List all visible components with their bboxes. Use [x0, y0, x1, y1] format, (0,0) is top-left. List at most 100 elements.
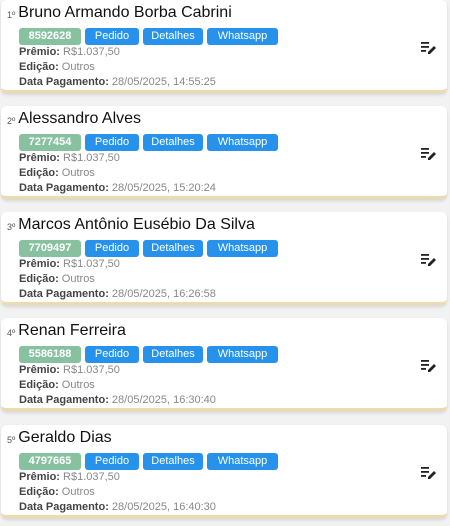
premio-value: R$1.037,50: [63, 364, 120, 376]
pedido-button[interactable]: Pedido: [85, 346, 139, 363]
winner-card: 3º Marcos Antônio Eusébio Da Silva 77094…: [1, 212, 447, 305]
ticket-code-badge: 7277454: [19, 134, 81, 151]
edicao-line: Edição: Outros: [19, 60, 278, 75]
premio-label: Prêmio:: [19, 364, 60, 376]
premio-value: R$1.037,50: [63, 46, 120, 58]
premio-line: Prêmio: R$1.037,50: [19, 45, 278, 60]
edicao-line: Edição: Outros: [19, 272, 278, 287]
winner-card: 1º Bruno Armando Borba Cabrini 8592628 P…: [1, 0, 447, 93]
winner-card: 4º Renan Ferreira 5586188 Pedido Detalhe…: [1, 318, 447, 411]
winner-name: Marcos Antônio Eusébio Da Silva: [18, 216, 255, 233]
rank-label: 4º: [7, 328, 16, 338]
data-pagamento-line: Data Pagamento: 28/05/2025, 16:30:40: [19, 393, 278, 408]
winner-title-row: 1º Bruno Armando Borba Cabrini: [7, 4, 278, 26]
playlist-edit-icon[interactable]: [421, 359, 437, 373]
premio-line: Prêmio: R$1.037,50: [19, 151, 278, 166]
data-pagamento-line: Data Pagamento: 28/05/2025, 14:55:25: [19, 75, 278, 90]
edicao-line: Edição: Outros: [19, 166, 278, 181]
winner-title-row: 5º Geraldo Dias: [7, 429, 278, 451]
premio-value: R$1.037,50: [63, 258, 120, 270]
playlist-edit-icon[interactable]: [421, 41, 437, 55]
premio-label: Prêmio:: [19, 258, 60, 270]
action-row: 5586188 Pedido Detalhes Whatsapp: [19, 346, 278, 363]
winner-card-content: 5º Geraldo Dias 4797665 Pedido Detalhes …: [7, 429, 278, 515]
detalhes-button[interactable]: Detalhes: [143, 28, 203, 45]
edicao-label: Edição:: [19, 379, 59, 391]
winner-card-content: 4º Renan Ferreira 5586188 Pedido Detalhe…: [7, 322, 278, 408]
data-pagamento-line: Data Pagamento: 28/05/2025, 16:40:30: [19, 500, 278, 515]
data-pagamento-value: 28/05/2025, 15:20:24: [111, 182, 216, 194]
premio-value: R$1.037,50: [63, 152, 120, 164]
premio-line: Prêmio: R$1.037,50: [19, 470, 278, 485]
data-pagamento-value: 28/05/2025, 16:26:58: [111, 288, 216, 300]
data-pagamento-line: Data Pagamento: 28/05/2025, 15:20:24: [19, 181, 278, 196]
data-pagamento-label: Data Pagamento:: [19, 501, 109, 513]
ticket-code-badge: 4797665: [19, 453, 81, 470]
data-pagamento-value: 28/05/2025, 16:30:40: [111, 394, 216, 406]
data-pagamento-line: Data Pagamento: 28/05/2025, 16:26:58: [19, 287, 278, 302]
ticket-code-badge: 7709497: [19, 240, 81, 257]
premio-value: R$1.037,50: [63, 471, 120, 483]
pedido-button[interactable]: Pedido: [85, 28, 139, 45]
data-pagamento-value: 28/05/2025, 14:55:25: [111, 76, 216, 88]
winner-name: Bruno Armando Borba Cabrini: [18, 4, 232, 21]
winner-title-row: 3º Marcos Antônio Eusébio Da Silva: [7, 216, 278, 238]
winner-title-row: 2º Alessandro Alves: [7, 110, 278, 132]
detalhes-button[interactable]: Detalhes: [143, 134, 203, 151]
premio-label: Prêmio:: [19, 152, 60, 164]
pedido-button[interactable]: Pedido: [85, 453, 139, 470]
edicao-value: Outros: [61, 486, 95, 498]
pedido-button[interactable]: Pedido: [85, 134, 139, 151]
whatsapp-button[interactable]: Whatsapp: [207, 28, 278, 45]
edicao-value: Outros: [61, 61, 95, 73]
winner-card-content: 3º Marcos Antônio Eusébio Da Silva 77094…: [7, 216, 278, 302]
edicao-line: Edição: Outros: [19, 485, 278, 500]
premio-label: Prêmio:: [19, 46, 60, 58]
action-row: 7277454 Pedido Detalhes Whatsapp: [19, 134, 278, 151]
edicao-value: Outros: [61, 379, 95, 391]
data-pagamento-label: Data Pagamento:: [19, 182, 109, 194]
winner-name: Geraldo Dias: [18, 429, 112, 446]
ticket-code-badge: 8592628: [19, 28, 81, 45]
whatsapp-button[interactable]: Whatsapp: [207, 453, 278, 470]
rank-label: 5º: [7, 435, 16, 445]
winner-card: 2º Alessandro Alves 7277454 Pedido Detal…: [1, 106, 447, 199]
winner-name: Alessandro Alves: [18, 110, 142, 127]
winner-card-content: 2º Alessandro Alves 7277454 Pedido Detal…: [7, 110, 278, 196]
edicao-value: Outros: [61, 167, 95, 179]
premio-label: Prêmio:: [19, 471, 60, 483]
winner-name: Renan Ferreira: [18, 322, 126, 339]
edicao-label: Edição:: [19, 61, 59, 73]
whatsapp-button[interactable]: Whatsapp: [207, 346, 278, 363]
pedido-button[interactable]: Pedido: [85, 240, 139, 257]
detalhes-button[interactable]: Detalhes: [143, 346, 203, 363]
detalhes-button[interactable]: Detalhes: [143, 240, 203, 257]
playlist-edit-icon[interactable]: [421, 253, 437, 267]
winner-card: 5º Geraldo Dias 4797665 Pedido Detalhes …: [1, 425, 447, 518]
playlist-edit-icon[interactable]: [421, 147, 437, 161]
premio-line: Prêmio: R$1.037,50: [19, 257, 278, 272]
data-pagamento-value: 28/05/2025, 16:40:30: [111, 501, 216, 513]
data-pagamento-label: Data Pagamento:: [19, 394, 109, 406]
edicao-label: Edição:: [19, 273, 59, 285]
playlist-edit-icon[interactable]: [421, 466, 437, 480]
action-row: 8592628 Pedido Detalhes Whatsapp: [19, 28, 278, 45]
rank-label: 2º: [7, 116, 16, 126]
action-row: 7709497 Pedido Detalhes Whatsapp: [19, 240, 278, 257]
edicao-value: Outros: [61, 273, 95, 285]
edicao-label: Edição:: [19, 486, 59, 498]
ticket-code-badge: 5586188: [19, 346, 81, 363]
edicao-label: Edição:: [19, 167, 59, 179]
winners-list: 1º Bruno Armando Borba Cabrini 8592628 P…: [0, 0, 450, 526]
whatsapp-button[interactable]: Whatsapp: [207, 240, 278, 257]
whatsapp-button[interactable]: Whatsapp: [207, 134, 278, 151]
winner-title-row: 4º Renan Ferreira: [7, 322, 278, 344]
rank-label: 1º: [7, 10, 16, 20]
data-pagamento-label: Data Pagamento:: [19, 288, 109, 300]
rank-label: 3º: [7, 222, 16, 232]
action-row: 4797665 Pedido Detalhes Whatsapp: [19, 453, 278, 470]
edicao-line: Edição: Outros: [19, 378, 278, 393]
premio-line: Prêmio: R$1.037,50: [19, 363, 278, 378]
data-pagamento-label: Data Pagamento:: [19, 76, 109, 88]
detalhes-button[interactable]: Detalhes: [143, 453, 203, 470]
